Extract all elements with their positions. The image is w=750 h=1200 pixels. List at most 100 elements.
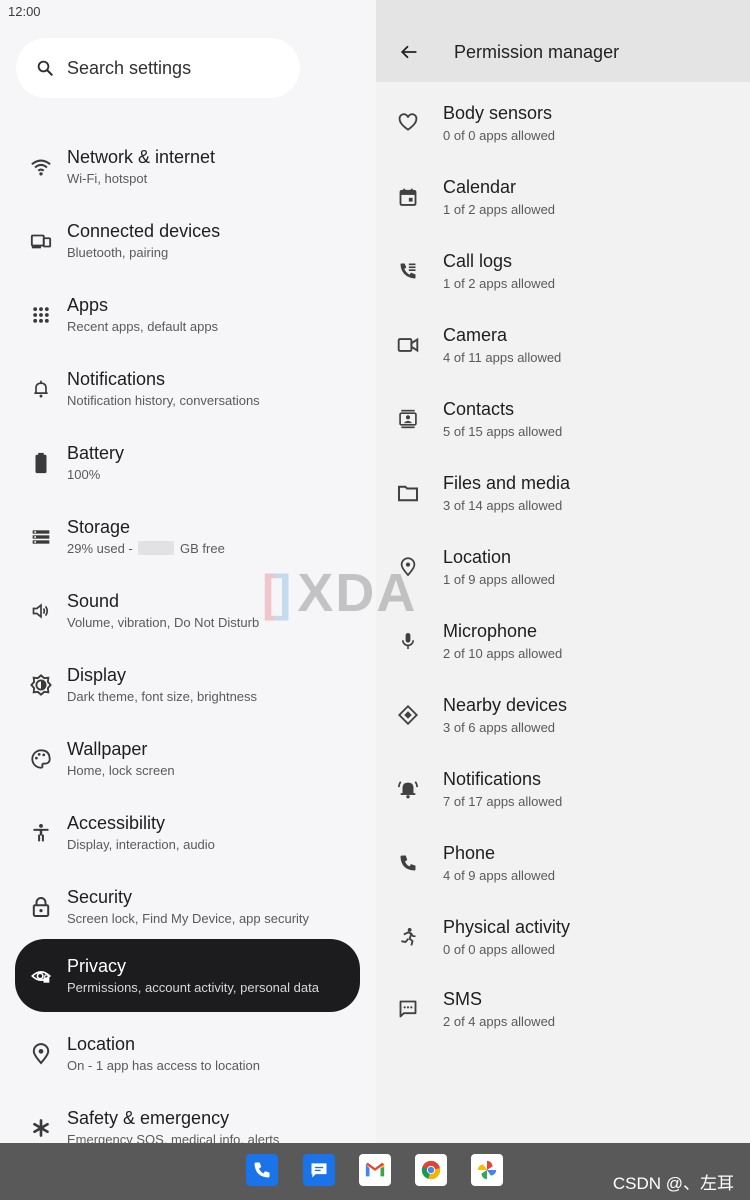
run-icon <box>396 925 420 949</box>
permission-subtitle: 1 of 9 apps allowed <box>443 572 556 587</box>
settings-item-title: Safety & emergency <box>67 1108 230 1128</box>
permission-subtitle: 1 of 2 apps allowed <box>443 276 556 291</box>
battery-icon <box>29 451 53 475</box>
permission-item-notifications[interactable]: Notifications 7 of 17 apps allowed <box>376 752 750 826</box>
permission-title: Body sensors <box>443 103 553 123</box>
permission-subtitle: 7 of 17 apps allowed <box>443 794 563 809</box>
settings-item-connected-devices[interactable]: Connected devices Bluetooth, pairing <box>15 204 360 277</box>
search-placeholder: Search settings <box>67 57 192 78</box>
settings-item-safety-emergency[interactable]: Safety & emergency Emergency SOS, medica… <box>15 1091 360 1143</box>
bell-ring-icon <box>396 777 420 801</box>
settings-item-subtitle: 100% <box>67 467 101 482</box>
phone-app-icon[interactable] <box>246 1154 278 1186</box>
permission-subtitle: 2 of 10 apps allowed <box>443 646 563 661</box>
chrome-app-icon[interactable] <box>415 1154 447 1186</box>
settings-item-title: Wallpaper <box>67 739 148 759</box>
settings-item-network[interactable]: Network & internet Wi-Fi, hotspot <box>15 130 360 203</box>
devices-icon <box>29 229 53 253</box>
settings-item-title: Notifications <box>67 369 166 389</box>
permission-manager-pane: Permission manager Body sensors 0 of 0 a… <box>376 0 750 1143</box>
accessibility-icon <box>29 821 53 845</box>
permission-item-sms[interactable]: SMS 2 of 4 apps allowed <box>376 972 750 1046</box>
permission-item-phone[interactable]: Phone 4 of 9 apps allowed <box>376 826 750 900</box>
settings-item-notifications[interactable]: Notifications Notification history, conv… <box>15 352 360 425</box>
permission-subtitle: 4 of 11 apps allowed <box>443 350 562 365</box>
settings-item-display[interactable]: Display Dark theme, font size, brightnes… <box>15 648 360 721</box>
permission-item-calendar[interactable]: Calendar 1 of 2 apps allowed <box>376 160 750 234</box>
permission-title: Contacts <box>443 399 515 419</box>
location-pin-icon <box>29 1042 53 1066</box>
permission-subtitle: 3 of 14 apps allowed <box>443 498 563 513</box>
permission-item-files-media[interactable]: Files and media 3 of 14 apps allowed <box>376 456 750 530</box>
permission-item-nearby-devices[interactable]: Nearby devices 3 of 6 apps allowed <box>376 678 750 752</box>
permission-title: Notifications <box>443 769 542 789</box>
back-arrow-icon[interactable] <box>398 41 420 63</box>
nearby-icon <box>396 703 420 727</box>
status-time: 12:00 <box>8 4 41 19</box>
sms-icon <box>396 997 420 1021</box>
permission-subtitle: 3 of 6 apps allowed <box>443 720 556 735</box>
permission-item-call-logs[interactable]: Call logs 1 of 2 apps allowed <box>376 234 750 308</box>
permission-title: Nearby devices <box>443 695 568 715</box>
permission-subtitle: 1 of 2 apps allowed <box>443 202 556 217</box>
settings-item-apps[interactable]: Apps Recent apps, default apps <box>15 278 360 351</box>
permission-item-contacts[interactable]: Contacts 5 of 15 apps allowed <box>376 382 750 456</box>
speaker-icon <box>29 599 53 623</box>
settings-pane: 12:00 Search settings Network & internet… <box>0 0 376 1143</box>
settings-item-accessibility[interactable]: Accessibility Display, interaction, audi… <box>15 796 360 869</box>
search-icon <box>36 59 54 77</box>
messages-app-icon[interactable] <box>303 1154 335 1186</box>
settings-item-subtitle: Emergency SOS, medical info, alerts <box>67 1132 280 1143</box>
photos-app-icon[interactable] <box>471 1154 503 1186</box>
settings-item-title: Privacy <box>67 956 127 976</box>
settings-item-sound[interactable]: Sound Volume, vibration, Do Not Disturb <box>15 574 360 647</box>
settings-item-title: Storage <box>67 517 131 537</box>
settings-item-storage[interactable]: Storage 29% used - GB free <box>15 500 360 573</box>
permission-item-camera[interactable]: Camera 4 of 11 apps allowed <box>376 308 750 382</box>
permission-item-microphone[interactable]: Microphone 2 of 10 apps allowed <box>376 604 750 678</box>
permission-title: Location <box>443 547 512 567</box>
permission-manager-header: Permission manager <box>376 0 750 82</box>
settings-item-title: Accessibility <box>67 813 166 833</box>
settings-item-subtitle: Permissions, account activity, personal … <box>67 980 319 995</box>
permission-title: Camera <box>443 325 508 345</box>
privacy-eye-icon <box>29 964 53 988</box>
bell-icon <box>29 377 53 401</box>
settings-item-subtitle: Bluetooth, pairing <box>67 245 169 260</box>
settings-item-subtitle: Volume, vibration, Do Not Disturb <box>67 615 260 630</box>
lock-icon <box>29 895 53 919</box>
calendar-icon <box>396 185 420 209</box>
permission-item-location[interactable]: Location 1 of 9 apps allowed <box>376 530 750 604</box>
gmail-app-icon[interactable] <box>359 1154 391 1186</box>
settings-item-title: Security <box>67 887 133 907</box>
settings-item-title: Battery <box>67 443 125 463</box>
storage-free-text: GB free <box>180 541 225 556</box>
permission-subtitle: 5 of 15 apps allowed <box>443 424 563 439</box>
call-log-icon <box>396 259 420 283</box>
permission-title: Calendar <box>443 177 517 197</box>
settings-item-title: Sound <box>67 591 120 611</box>
permission-subtitle: 0 of 0 apps allowed <box>443 128 556 143</box>
settings-item-subtitle: Dark theme, font size, brightness <box>67 689 258 704</box>
settings-item-title: Display <box>67 665 127 685</box>
settings-item-title: Connected devices <box>67 221 221 241</box>
brightness-icon <box>29 673 53 697</box>
settings-item-subtitle: On - 1 app has access to location <box>67 1058 260 1073</box>
settings-item-security[interactable]: Security Screen lock, Find My Device, ap… <box>15 870 360 943</box>
folder-icon <box>396 481 420 505</box>
permission-item-body-sensors[interactable]: Body sensors 0 of 0 apps allowed <box>376 86 750 160</box>
settings-item-location[interactable]: Location On - 1 app has access to locati… <box>15 1017 360 1090</box>
settings-item-privacy[interactable]: Privacy Permissions, account activity, p… <box>15 939 360 1012</box>
storage-icon <box>29 525 53 549</box>
settings-item-subtitle: 29% used - GB free <box>67 540 225 557</box>
settings-item-title: Network & internet <box>67 147 216 167</box>
settings-item-battery[interactable]: Battery 100% <box>15 426 360 499</box>
settings-item-wallpaper[interactable]: Wallpaper Home, lock screen <box>15 722 360 795</box>
redacted-block <box>138 541 175 555</box>
settings-item-subtitle: Display, interaction, audio <box>67 837 215 852</box>
settings-item-subtitle: Notification history, conversations <box>67 393 260 408</box>
search-bar[interactable]: Search settings <box>16 38 300 98</box>
microphone-icon <box>396 629 420 653</box>
palette-icon <box>29 747 53 771</box>
permission-item-physical-activity[interactable]: Physical activity 0 of 0 apps allowed <box>376 900 750 974</box>
